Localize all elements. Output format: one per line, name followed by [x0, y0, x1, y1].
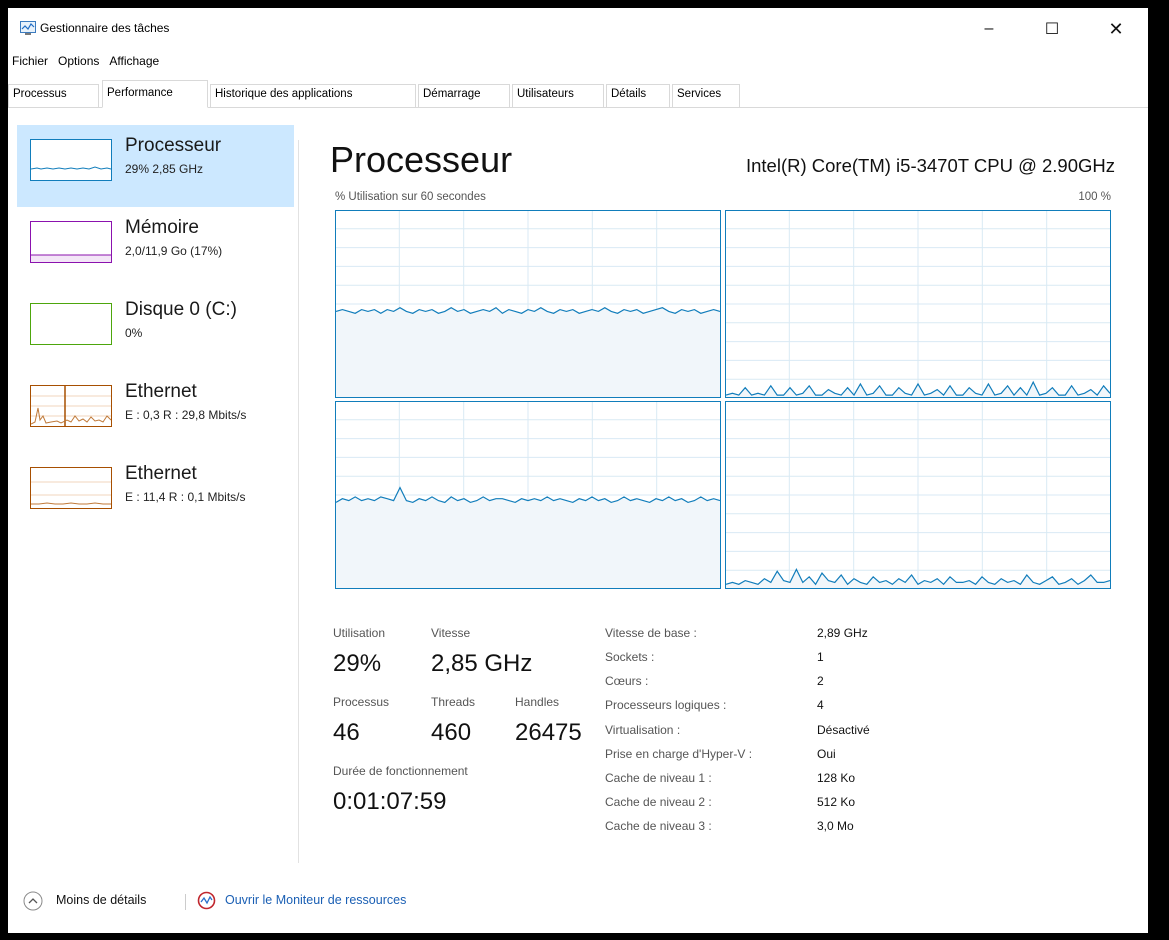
spec-value: 128 Ko: [817, 771, 856, 785]
tab-services[interactable]: Services: [672, 84, 740, 107]
close-icon: ✕: [1108, 18, 1124, 39]
core-0-graph: [335, 210, 721, 398]
spec-label: Cache de niveau 3 :: [605, 819, 712, 833]
tab-bar: Processus Performance Historique des app…: [8, 80, 1148, 108]
core-3-chart: [725, 401, 1111, 589]
sidebar-item-ethernet-2[interactable]: Ethernet E : 11,4 R : 0,1 Mbits/s: [17, 453, 294, 535]
pane-divider[interactable]: [298, 140, 299, 863]
spec-value: 2: [817, 674, 824, 688]
footer-divider: [185, 894, 186, 910]
tab-historique[interactable]: Historique des applications: [210, 84, 416, 107]
sidebar-item-sub: E : 0,3 R : 29,8 Mbits/s: [125, 408, 247, 422]
spec-label: Cœurs :: [605, 674, 649, 688]
maximize-icon: ☐: [1044, 21, 1060, 38]
tab-demarrage[interactable]: Démarrage: [418, 84, 510, 107]
spec-value: 3,0 Mo: [817, 819, 854, 833]
menu-options[interactable]: Options: [53, 52, 104, 72]
handles-label: Handles: [515, 695, 560, 709]
usage-area: [336, 307, 720, 397]
core-2-chart: [335, 401, 721, 589]
spec-label: Prise en charge d'Hyper-V :: [605, 747, 753, 761]
resource-monitor-icon[interactable]: [197, 891, 216, 910]
sidebar-item-label: Processeur: [125, 135, 222, 156]
processus-label: Processus: [333, 695, 390, 709]
task-manager-window: Gestionnaire des tâches – ☐ ✕ Fichier Op…: [8, 8, 1148, 933]
spec-label: Cache de niveau 1 :: [605, 771, 712, 785]
spec-label: Sockets :: [605, 650, 655, 664]
core-2-graph: [335, 401, 721, 589]
core-1-chart: [725, 210, 1111, 398]
memoire-thumbnail-graph: [30, 221, 112, 263]
window-title: Gestionnaire des tâches: [40, 21, 170, 35]
menu-fichier[interactable]: Fichier: [8, 52, 53, 72]
processus-value: 46: [333, 719, 360, 746]
graph-max-label: 100 %: [1078, 191, 1111, 203]
sidebar-item-ethernet-1[interactable]: Ethernet E : 0,3 R : 29,8 Mbits/s: [17, 371, 294, 453]
menu-affichage[interactable]: Affichage: [104, 52, 164, 72]
menu-bar: Fichier Options Affichage: [8, 52, 164, 72]
core-0-chart: [335, 210, 721, 398]
sidebar-item-memoire[interactable]: Mémoire 2,0/11,9 Go (17%): [17, 207, 294, 289]
less-details-button[interactable]: Moins de détails: [56, 893, 146, 907]
task-manager-app-icon: [20, 21, 36, 36]
processeur-thumbnail-graph: [30, 139, 112, 181]
ethernet-1-thumbnail-graph: [30, 385, 112, 427]
spec-value: Désactivé: [817, 723, 870, 737]
usage-area: [336, 487, 720, 588]
threads-label: Threads: [431, 695, 476, 709]
sidebar-item-label: Mémoire: [125, 217, 199, 238]
sidebar-item-processeur[interactable]: Processeur 29% 2,85 GHz: [17, 125, 294, 207]
sidebar-item-label: Ethernet: [125, 381, 197, 402]
sidebar-item-label: Ethernet: [125, 463, 197, 484]
utilisation-value: 29%: [333, 650, 382, 677]
minimize-button[interactable]: –: [969, 14, 1009, 44]
disque-thumbnail-graph: [30, 303, 112, 345]
tab-utilisateurs[interactable]: Utilisateurs: [512, 84, 604, 107]
sidebar-item-sub: 0%: [125, 326, 143, 340]
ethernet-2-thumbnail-graph: [30, 467, 112, 509]
chevron-up-circle-icon[interactable]: [23, 891, 43, 911]
utilisation-label: Utilisation: [333, 626, 386, 640]
tab-processus[interactable]: Processus: [8, 84, 99, 107]
sidebar-item-disque[interactable]: Disque 0 (C:) 0%: [17, 289, 294, 371]
maximize-button[interactable]: ☐: [1032, 14, 1072, 44]
spec-value: 4: [817, 698, 824, 712]
handles-value: 26475: [515, 719, 582, 746]
spec-value: 2,89 GHz: [817, 626, 868, 640]
open-resource-monitor-link[interactable]: Ouvrir le Moniteur de ressources: [225, 893, 406, 907]
core-3-graph: [725, 401, 1111, 589]
spec-label: Virtualisation :: [605, 723, 681, 737]
page-title: Processeur: [330, 139, 513, 180]
title-bar: Gestionnaire des tâches – ☐ ✕: [8, 8, 1148, 48]
sidebar-item-sub: E : 11,4 R : 0,1 Mbits/s: [125, 490, 246, 504]
spec-value: 1: [817, 650, 824, 664]
vitesse-value: 2,85 GHz: [431, 650, 533, 677]
sidebar-item-label: Disque 0 (C:): [125, 299, 237, 320]
spec-label: Cache de niveau 2 :: [605, 795, 712, 809]
tab-performance[interactable]: Performance: [102, 80, 208, 108]
uptime-value: 0:01:07:59: [333, 788, 447, 815]
spec-value: Oui: [817, 747, 836, 761]
sidebar-item-sub: 29% 2,85 GHz: [125, 162, 204, 176]
close-button[interactable]: ✕: [1096, 14, 1136, 44]
footer: Moins de détails Ouvrir le Moniteur de r…: [8, 888, 1148, 918]
cpu-model: Intel(R) Core(TM) i5-3470T CPU @ 2.90GHz: [745, 155, 1115, 176]
graph-caption: % Utilisation sur 60 secondes: [335, 191, 486, 203]
minimize-icon: –: [984, 20, 994, 37]
core-1-graph: [725, 210, 1111, 398]
threads-value: 460: [431, 719, 472, 746]
spec-label: Vitesse de base :: [605, 626, 697, 640]
spec-value: 512 Ko: [817, 795, 856, 809]
tab-details[interactable]: Détails: [606, 84, 670, 107]
spec-label: Processeurs logiques :: [605, 698, 727, 712]
vitesse-label: Vitesse: [431, 626, 471, 640]
uptime-label: Durée de fonctionnement: [333, 764, 468, 778]
sidebar-item-sub: 2,0/11,9 Go (17%): [125, 244, 223, 258]
